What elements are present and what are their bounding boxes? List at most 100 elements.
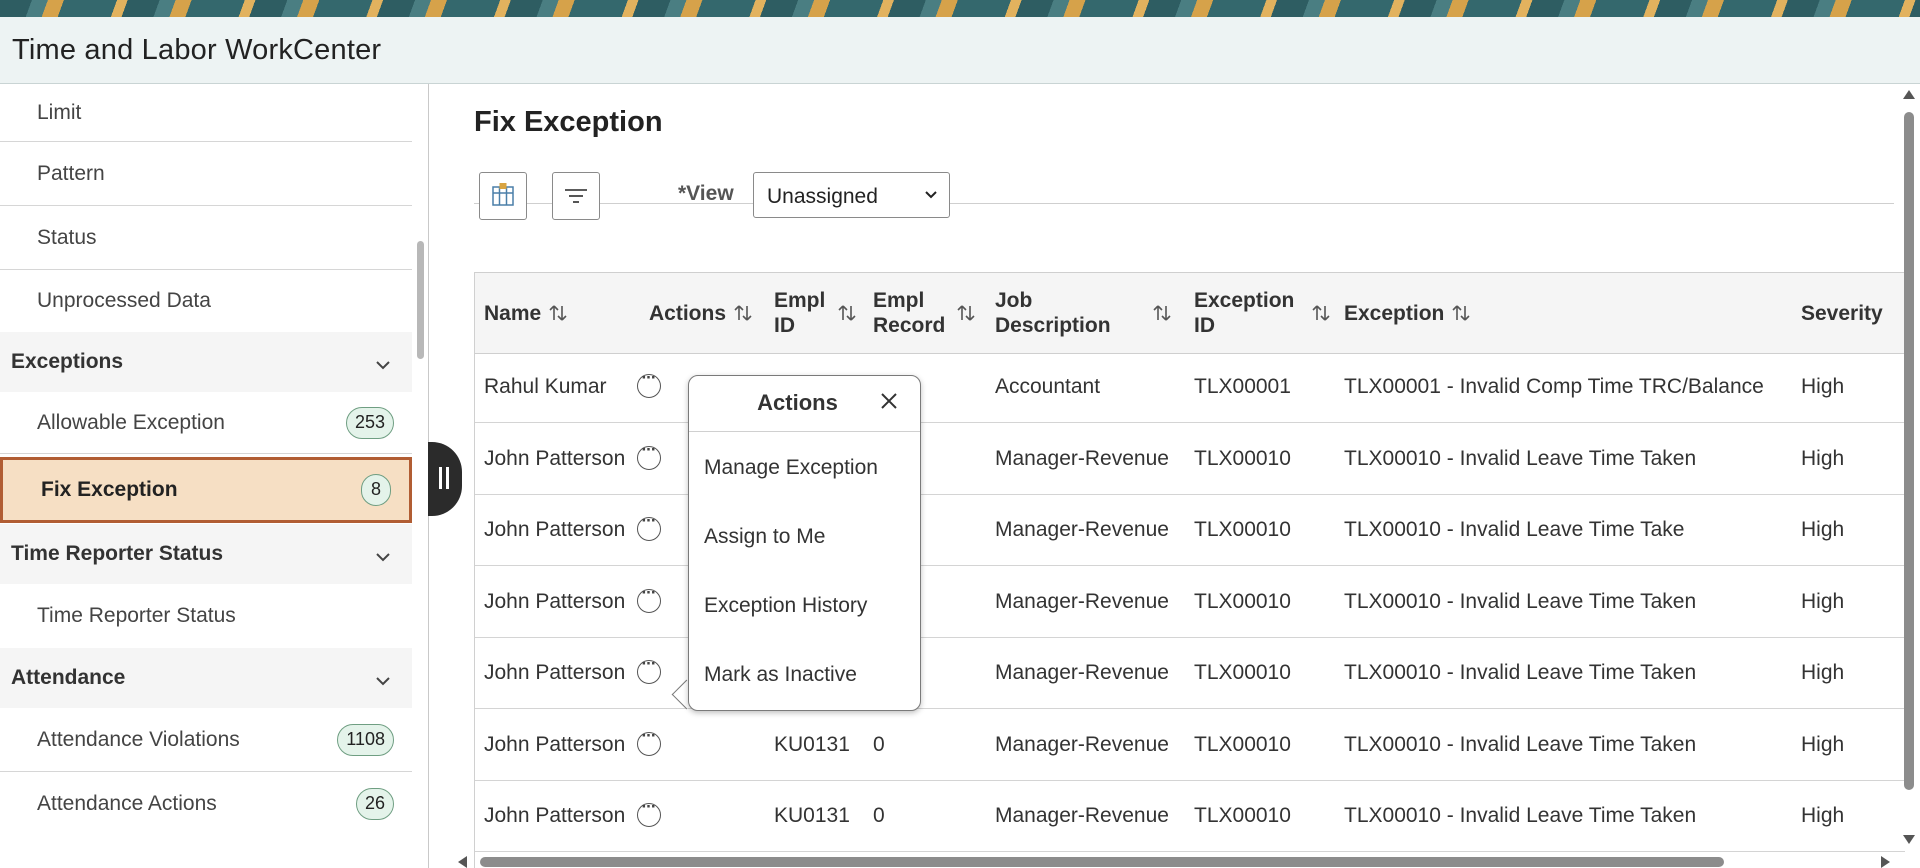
- cell-job-description: Manager-Revenue: [995, 518, 1169, 541]
- scrollbar-thumb[interactable]: [480, 857, 1724, 867]
- sidebar-item-fix-exception[interactable]: Fix Exception 8: [0, 457, 412, 523]
- cell-exception: TLX00010 - Invalid Leave Time Taken: [1344, 589, 1697, 613]
- cell-empl-record: 0: [873, 804, 885, 827]
- sidebar-item-label: Status: [37, 225, 97, 249]
- cell-exception: TLX00010 - Invalid Leave Time Taken: [1344, 661, 1697, 684]
- scroll-up-icon[interactable]: [1903, 90, 1915, 99]
- personalize-columns-button[interactable]: [479, 172, 527, 220]
- popover-divider: [689, 431, 920, 432]
- view-label: *View: [678, 182, 734, 205]
- row-actions-ellipsis-icon[interactable]: [637, 726, 661, 756]
- column-header-label: Job Description: [995, 289, 1111, 337]
- section-title: Exceptions: [11, 350, 124, 373]
- count-badge: 253: [345, 406, 394, 439]
- section-exceptions[interactable]: Exceptions: [0, 332, 412, 392]
- actions-popover: Actions Manage Exception Assign to Me Ex…: [688, 375, 921, 711]
- cell-severity: High: [1801, 661, 1845, 684]
- column-header-severity[interactable]: Severity: [1801, 273, 1883, 353]
- sidebar-item-attendance-actions[interactable]: Attendance Actions 26: [0, 772, 412, 836]
- section-title: Attendance: [11, 666, 126, 689]
- table-row[interactable]: John Patterson KU0131 0 Manager-Revenue TLX0…: [475, 781, 1905, 852]
- column-header-label: Empl ID: [774, 289, 826, 337]
- sidebar-item-allowable-exception[interactable]: Allowable Exception 253: [0, 392, 412, 454]
- scroll-left-icon[interactable]: [458, 856, 467, 868]
- section-attendance[interactable]: Attendance: [0, 648, 412, 708]
- filter-button[interactable]: [552, 172, 600, 220]
- sidebar-item-time-reporter-status[interactable]: Time Reporter Status: [0, 584, 412, 648]
- app-title: Time and Labor WorkCenter: [12, 34, 382, 66]
- column-header-label: Severity: [1801, 301, 1883, 325]
- row-actions-ellipsis-icon[interactable]: [637, 368, 661, 398]
- sidebar-scrollbar[interactable]: [417, 241, 424, 359]
- column-header-empl-id[interactable]: Empl ID: [774, 273, 864, 353]
- menu-item-exception-history[interactable]: Exception History: [704, 594, 867, 618]
- sort-icon[interactable]: [1310, 302, 1332, 324]
- cell-job-description: Manager-Revenue: [995, 589, 1169, 613]
- cell-name: John Patterson: [484, 518, 626, 541]
- cell-name: John Patterson: [484, 804, 626, 827]
- sort-icon[interactable]: [547, 302, 569, 324]
- sort-icon[interactable]: [1151, 302, 1173, 324]
- sort-icon[interactable]: [836, 302, 858, 324]
- sort-icon[interactable]: [955, 302, 977, 324]
- section-title: Time Reporter Status: [11, 542, 223, 565]
- grid-horizontal-scrollbar[interactable]: [453, 852, 1893, 868]
- sidebar-item-unprocessed-data[interactable]: Unprocessed Data: [0, 270, 412, 332]
- sidebar-item-label: Time Reporter Status: [37, 604, 236, 627]
- cell-job-description: Manager-Revenue: [995, 446, 1169, 470]
- cell-exception-id: TLX00010: [1194, 589, 1291, 613]
- menu-item-mark-as-inactive[interactable]: Mark as Inactive: [704, 663, 857, 687]
- column-header-empl-record[interactable]: Empl Record: [873, 273, 983, 353]
- main-content: Fix Exception *View Unassigned Name Acti…: [430, 84, 1920, 868]
- row-actions-ellipsis-icon[interactable]: [637, 440, 661, 470]
- columns-icon: [492, 183, 514, 206]
- scroll-right-icon[interactable]: [1881, 856, 1890, 868]
- sidebar-item-label: Fix Exception: [41, 478, 178, 501]
- main-vertical-scrollbar[interactable]: [1896, 86, 1920, 848]
- cell-name: John Patterson: [484, 661, 626, 684]
- sidebar-item-attendance-violations[interactable]: Attendance Violations 1108: [0, 708, 412, 772]
- column-header-exception[interactable]: Exception: [1344, 273, 1472, 353]
- cell-severity: High: [1801, 375, 1845, 398]
- cell-severity: High: [1801, 518, 1845, 541]
- chevron-down-icon: [376, 553, 390, 562]
- row-actions-ellipsis-icon[interactable]: [637, 797, 661, 827]
- sidebar-item-label: Attendance Actions: [37, 792, 217, 815]
- section-time-reporter-status[interactable]: Time Reporter Status: [0, 524, 412, 584]
- sidebar: Limit Pattern Status Unprocessed Data Ex…: [0, 84, 429, 868]
- grid-header: Name Actions Empl ID Empl Record Job Des…: [475, 272, 1905, 354]
- row-actions-ellipsis-icon[interactable]: [637, 583, 661, 613]
- row-actions-ellipsis-icon[interactable]: [637, 511, 661, 541]
- cell-empl-record: 0: [873, 732, 885, 756]
- cell-exception: TLX00010 - Invalid Leave Time Taken: [1344, 732, 1697, 756]
- cell-name: Rahul Kumar: [484, 375, 607, 398]
- table-row[interactable]: John Patterson KU0131 0 Manager-Revenue TLX0…: [475, 710, 1905, 781]
- sort-icon[interactable]: [1450, 302, 1472, 324]
- sidebar-item-label: Limit: [37, 100, 82, 124]
- cell-severity: High: [1801, 732, 1845, 756]
- scroll-down-icon[interactable]: [1903, 835, 1915, 844]
- menu-item-manage-exception[interactable]: Manage Exception: [704, 456, 878, 480]
- cell-name: John Patterson: [484, 446, 626, 470]
- column-header-actions[interactable]: Actions: [649, 273, 754, 353]
- cell-exception-id: TLX00010: [1194, 804, 1291, 827]
- cell-severity: High: [1801, 589, 1845, 613]
- title-bar: Time and Labor WorkCenter: [0, 17, 1920, 84]
- close-icon[interactable]: [878, 390, 900, 412]
- column-header-label: Exception ID: [1194, 289, 1295, 337]
- sidebar-item-pattern[interactable]: Pattern: [0, 142, 412, 206]
- count-badge: 8: [361, 474, 391, 506]
- sort-icon[interactable]: [732, 302, 754, 324]
- page-title: Fix Exception: [474, 106, 663, 138]
- cell-exception: TLX00010 - Invalid Leave Time Take: [1344, 518, 1685, 541]
- column-header-job-description[interactable]: Job Description: [995, 273, 1177, 353]
- column-header-name[interactable]: Name: [484, 273, 569, 353]
- menu-item-assign-to-me[interactable]: Assign to Me: [704, 525, 825, 549]
- view-select[interactable]: Unassigned: [753, 172, 950, 218]
- scrollbar-thumb[interactable]: [1904, 112, 1914, 790]
- sidebar-item-status[interactable]: Status: [0, 206, 412, 270]
- sidebar-item-limit[interactable]: Limit: [0, 84, 412, 142]
- column-header-exception-id[interactable]: Exception ID: [1194, 273, 1334, 353]
- row-actions-ellipsis-icon[interactable]: [637, 654, 661, 684]
- cell-exception-id: TLX00010: [1194, 732, 1291, 756]
